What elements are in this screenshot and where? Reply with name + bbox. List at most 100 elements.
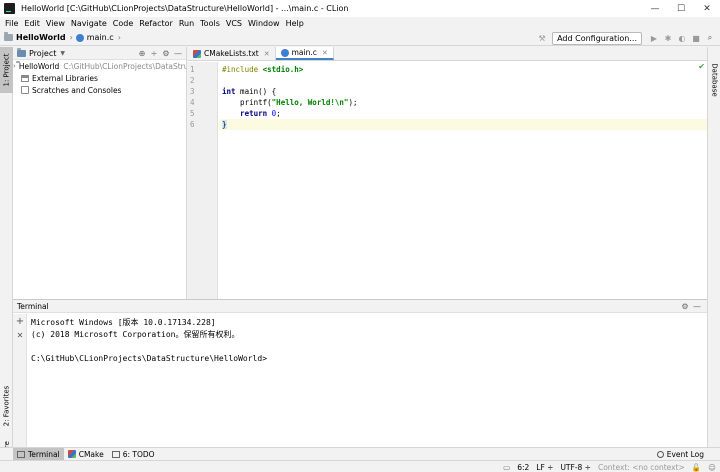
- menu-refactor[interactable]: Refactor: [136, 19, 176, 28]
- hammer-icon[interactable]: ⚒: [536, 32, 548, 44]
- tool-tab-todo[interactable]: 6: TODO: [108, 448, 159, 461]
- terminal-line: C:\GitHub\CLionProjects\DataStructure\He…: [31, 354, 268, 363]
- tree-item-external-libraries[interactable]: External Libraries: [13, 72, 186, 84]
- chevron-right-icon[interactable]: ›: [13, 62, 16, 70]
- coverage-icon[interactable]: ◐: [676, 32, 688, 44]
- tool-tab-event-log-label: Event Log: [666, 450, 704, 459]
- menu-edit[interactable]: Edit: [21, 19, 43, 28]
- hide-icon[interactable]: —: [691, 302, 703, 311]
- tool-tab-favorites-label: 2: Favorites: [2, 385, 11, 427]
- window-title: HelloWorld [C:\GitHub\CLionProjects\Data…: [21, 4, 349, 13]
- new-session-icon[interactable]: +: [13, 314, 27, 328]
- status-widgets: ▭ 6:2 LF ÷ UTF-8 ÷ Context: <no context>…: [496, 461, 716, 472]
- inspector-icon[interactable]: ☺: [708, 463, 716, 472]
- file-encoding[interactable]: UTF-8 ÷: [560, 463, 591, 472]
- menu-window[interactable]: Window: [245, 19, 283, 28]
- gear-icon[interactable]: ⚙: [679, 302, 691, 311]
- memory-indicator-icon[interactable]: ▭: [503, 463, 510, 472]
- minimize-button[interactable]: —: [642, 0, 668, 17]
- tree-item-label: HelloWorld: [18, 61, 60, 71]
- maximize-button[interactable]: ☐: [668, 0, 694, 17]
- tool-tab-project[interactable]: 1: Project: [0, 47, 13, 93]
- breadcrumb-project-label: HelloWorld: [16, 33, 66, 42]
- menu-view[interactable]: View: [43, 19, 68, 28]
- menu-help[interactable]: Help: [283, 19, 307, 28]
- code-token: "Hello, World!\n": [271, 98, 349, 107]
- tool-tab-terminal-label: Terminal: [28, 449, 60, 459]
- terminal-output[interactable]: Microsoft Windows [版本 10.0.17134.228] (c)…: [31, 317, 267, 365]
- close-icon[interactable]: ✕: [322, 49, 328, 57]
- menu-file[interactable]: File: [2, 19, 21, 28]
- caret-position[interactable]: 6:2: [517, 463, 529, 472]
- project-icon: [17, 47, 26, 57]
- chevron-right-icon: ›: [117, 33, 121, 42]
- left-tool-stripe: 1: Project 2: Favorites Z: Structure: [0, 47, 13, 472]
- c-file-icon: [75, 33, 84, 42]
- close-icon[interactable]: ✕: [264, 50, 270, 58]
- tab-label: main.c: [291, 48, 317, 57]
- clion-app-icon: [4, 3, 15, 14]
- terminal-actions: ⚙ —: [679, 300, 703, 313]
- status-bar: ▭ 6:2 LF ÷ UTF-8 ÷ Context: <no context>…: [0, 460, 720, 472]
- todo-icon: [111, 450, 120, 458]
- line-number: 4: [190, 98, 195, 107]
- terminal-title: Terminal: [17, 301, 49, 311]
- add-configuration-button[interactable]: Add Configuration...: [552, 31, 642, 45]
- editor: CMakeLists.txt ✕ main.c ✕ 1 2 3 4 5 6 #i…: [188, 47, 707, 299]
- chevron-right-icon: ›: [69, 33, 73, 42]
- context-selector[interactable]: Context: <no context>: [598, 463, 685, 472]
- search-icon[interactable]: ⌕: [704, 32, 716, 44]
- terminal-line: Microsoft Windows [版本 10.0.17134.228]: [31, 318, 216, 327]
- folder-icon: [4, 32, 13, 41]
- breadcrumb-file-label: main.c: [86, 33, 114, 42]
- debug-icon[interactable]: ✱: [662, 32, 674, 44]
- lock-icon[interactable]: 🔓: [692, 463, 701, 472]
- code-line-4: printf("Hello, World!\n");: [219, 97, 707, 108]
- tree-item-label: External Libraries: [32, 73, 98, 83]
- tool-tab-cmake[interactable]: CMake: [64, 448, 108, 461]
- tool-tab-database[interactable]: Database: [708, 57, 720, 103]
- run-toolbar: ⚒ Add Configuration... ▶ ✱ ◐ ■ ⌕: [534, 30, 716, 46]
- stop-icon[interactable]: ■: [690, 32, 702, 44]
- terminal-header: Terminal ⚙ —: [13, 300, 707, 313]
- menu-tools[interactable]: Tools: [197, 19, 223, 28]
- code-area[interactable]: #include <stdio.h> int main() { printf("…: [219, 62, 707, 299]
- project-panel-actions: ⊕ ÷ ⚙ —: [136, 47, 184, 60]
- menu-vcs[interactable]: VCS: [223, 19, 245, 28]
- menu-navigate[interactable]: Navigate: [68, 19, 110, 28]
- tree-item-scratches[interactable]: Scratches and Consoles: [13, 84, 186, 96]
- menu-run[interactable]: Run: [176, 19, 197, 28]
- tool-tab-terminal[interactable]: Terminal: [13, 447, 64, 461]
- code-line-3: int main() {: [219, 86, 707, 97]
- breadcrumb-file[interactable]: main.c ›: [75, 33, 124, 42]
- code-line-1: #include <stdio.h>: [219, 64, 707, 75]
- code-token: ;: [276, 109, 281, 118]
- navigation-bar: HelloWorld › main.c › ⚒ Add Configuratio…: [0, 30, 720, 46]
- c-file-icon: [280, 48, 289, 57]
- close-session-icon[interactable]: ✕: [13, 328, 27, 342]
- line-separator[interactable]: LF ÷: [536, 463, 553, 472]
- editor-gutter: 1 2 3 4 5 6: [188, 62, 218, 299]
- run-icon[interactable]: ▶: [648, 32, 660, 44]
- project-view-selector[interactable]: Project ▼: [17, 47, 65, 58]
- hide-icon[interactable]: —: [172, 49, 184, 58]
- tab-main-c[interactable]: main.c ✕: [275, 47, 334, 60]
- cmake-icon: [67, 450, 76, 458]
- scroll-from-source-icon[interactable]: ⊕: [136, 49, 148, 58]
- close-button[interactable]: ✕: [694, 0, 720, 17]
- project-panel-header: Project ▼ ⊕ ÷ ⚙ —: [13, 47, 186, 60]
- menu-code[interactable]: Code: [110, 19, 136, 28]
- code-token: printf(: [222, 98, 272, 107]
- breadcrumb-project[interactable]: HelloWorld ›: [4, 32, 76, 42]
- gear-icon[interactable]: ⚙: [160, 49, 172, 58]
- tab-cmakelists[interactable]: CMakeLists.txt ✕: [188, 47, 276, 60]
- collapse-all-icon[interactable]: ÷: [148, 49, 160, 58]
- tree-item-helloworld[interactable]: › HelloWorld C:\GitHub\CLionProjects\Dat…: [13, 60, 186, 72]
- tool-tab-database-label: Database: [710, 63, 719, 97]
- bottom-tool-bar: Terminal CMake 6: TODO Event Log: [0, 447, 720, 461]
- code-token: int: [222, 87, 236, 96]
- tool-tab-favorites[interactable]: 2: Favorites: [0, 377, 13, 435]
- inspection-ok-icon[interactable]: ✔: [698, 62, 705, 71]
